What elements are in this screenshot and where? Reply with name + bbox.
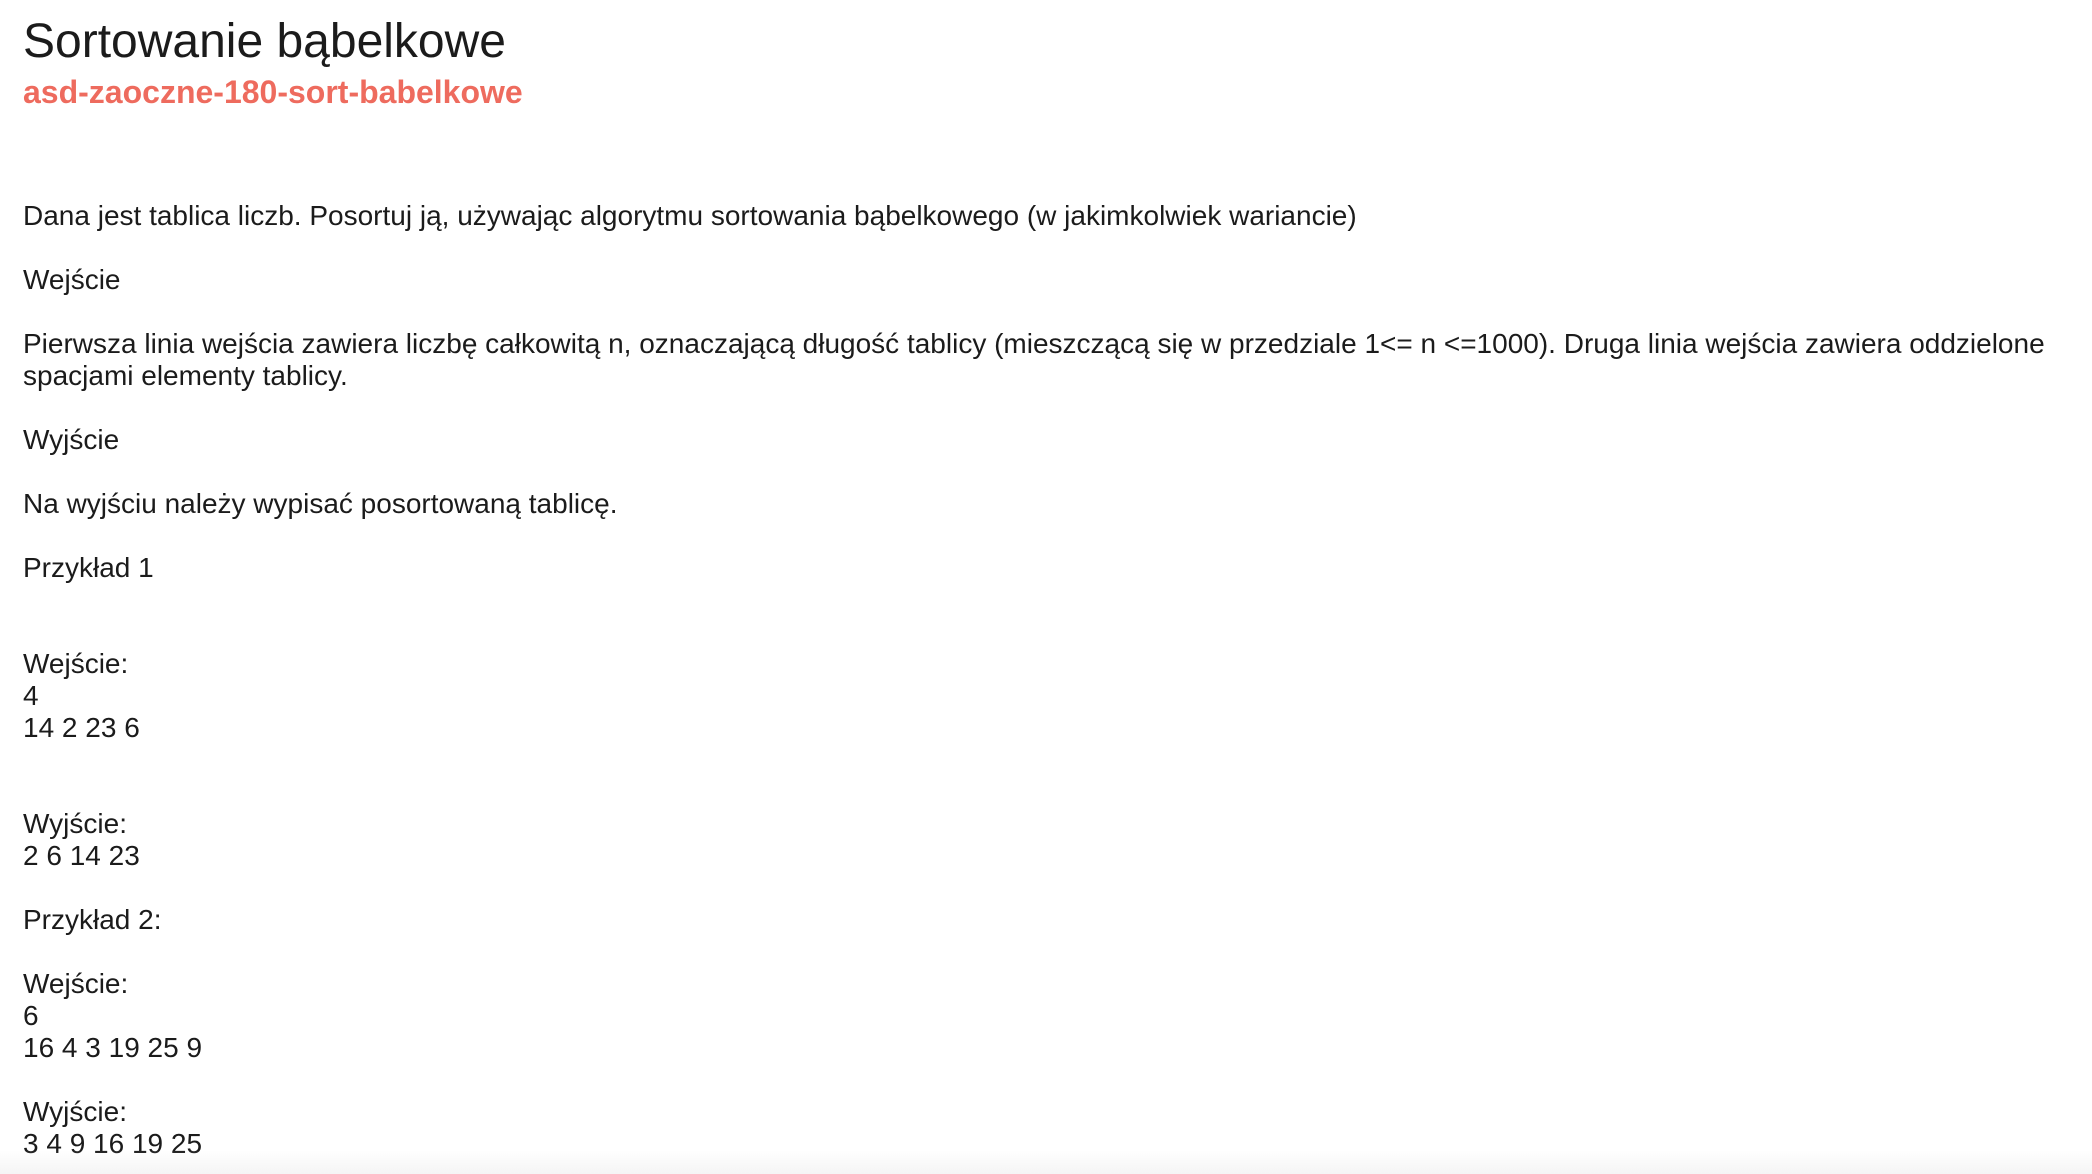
example-2-input-line: 6 bbox=[23, 1000, 39, 1031]
output-description: Na wyjściu należy wypisać posortowaną ta… bbox=[23, 488, 618, 519]
output-heading: Wyjście bbox=[23, 424, 120, 455]
example-2-input: Wejście: 6 16 4 3 19 25 9 bbox=[23, 968, 2068, 1064]
example-1-heading: Przykład 1 bbox=[23, 552, 154, 583]
example-1-input-line: 4 bbox=[23, 680, 39, 711]
example-2-input-line: 16 4 3 19 25 9 bbox=[23, 1032, 203, 1063]
task-statement: Dana jest tablica liczb. Posortuj ją, uż… bbox=[23, 200, 2068, 1160]
example-1-input: Wejście: 4 14 2 23 6 bbox=[23, 648, 2068, 744]
example-1-output: Wyjście: 2 6 14 23 bbox=[23, 808, 2068, 872]
page-title: Sortowanie bąbelkowe bbox=[23, 15, 506, 68]
input-description: Pierwsza linia wejścia zawiera liczbę ca… bbox=[23, 328, 2045, 391]
example-1-input-line: 14 2 23 6 bbox=[23, 712, 140, 743]
task-slug: asd-zaoczne-180-sort-babelkowe bbox=[23, 74, 523, 110]
example-2-output: Wyjście: 3 4 9 16 19 25 bbox=[23, 1096, 2068, 1160]
example-2-output-label: Wyjście: bbox=[23, 1096, 127, 1127]
example-1-input-label: Wejście: bbox=[23, 648, 129, 679]
task-description: Dana jest tablica liczb. Posortuj ją, uż… bbox=[23, 200, 1357, 231]
input-heading: Wejście bbox=[23, 264, 121, 295]
example-2-input-label: Wejście: bbox=[23, 968, 129, 999]
example-1-output-line: 2 6 14 23 bbox=[23, 840, 140, 871]
example-2-output-line: 3 4 9 16 19 25 bbox=[23, 1128, 203, 1159]
example-1-output-label: Wyjście: bbox=[23, 808, 127, 839]
example-2-heading: Przykład 2: bbox=[23, 904, 162, 935]
